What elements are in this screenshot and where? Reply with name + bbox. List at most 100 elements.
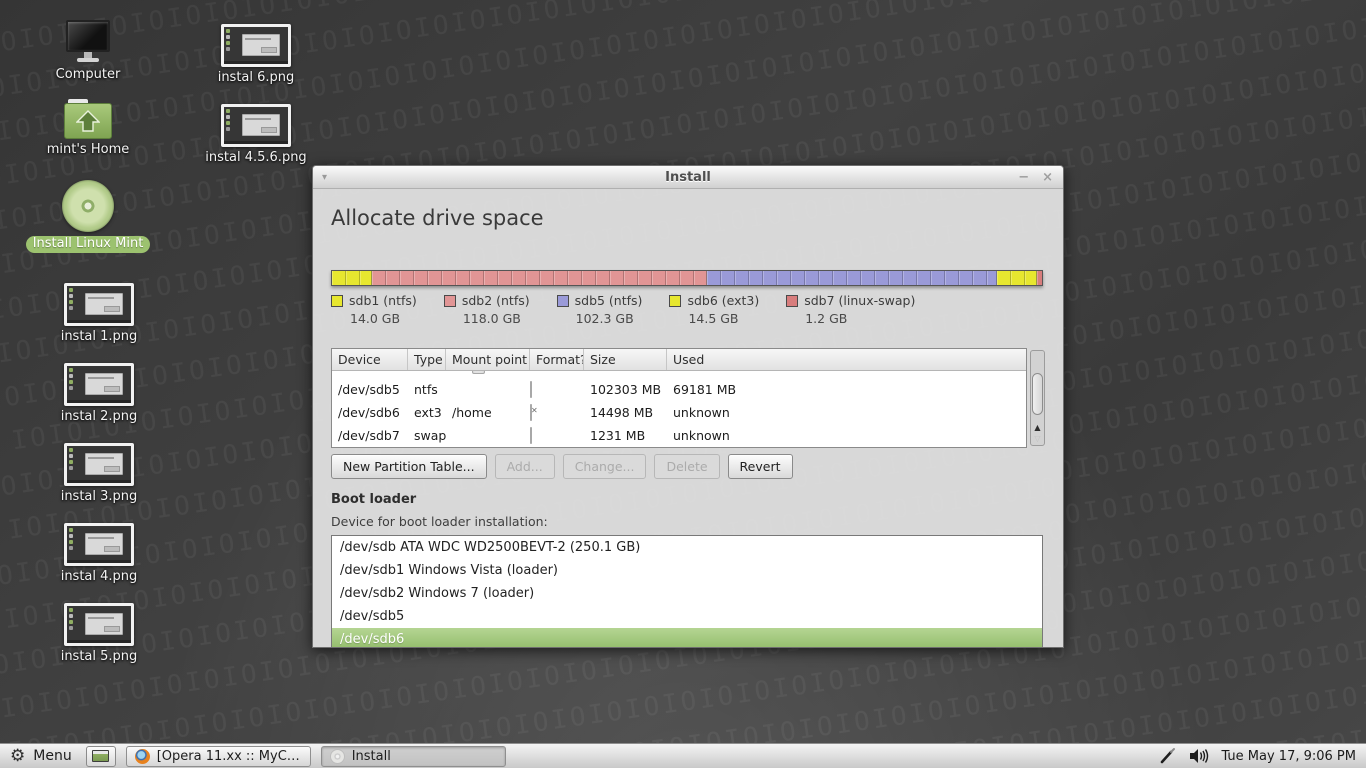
- legend-swatch: [331, 294, 343, 307]
- install-window: IOIOIOIOIOIOIOIOIOIOIOIOIOIOIOIOIOIOIOIO…: [312, 165, 1064, 648]
- partition-segment-sdb6: [996, 271, 1037, 285]
- desktop-icon-instal1[interactable]: instal 1.png: [34, 283, 164, 344]
- cell-size: 102303 MB: [590, 382, 662, 397]
- desktop-icon-instal4[interactable]: instal 4.png: [34, 523, 164, 584]
- clock[interactable]: Tue May 17, 9:06 PM: [1221, 749, 1356, 764]
- legend-swatch: [669, 294, 682, 307]
- close-button[interactable]: ×: [1042, 170, 1053, 185]
- format-checkbox[interactable]: [530, 381, 532, 398]
- desktop-icon-label: instal 3.png: [60, 489, 138, 504]
- partition-table[interactable]: Device Type Mount point Format? Size Use…: [331, 348, 1027, 448]
- cell-mount: /home: [452, 405, 492, 420]
- cell-used: unknown: [673, 428, 730, 443]
- boot-device-item[interactable]: /dev/sdb1 Windows Vista (loader): [332, 559, 1042, 582]
- column-header[interactable]: Used: [667, 349, 1026, 370]
- boot-device-item[interactable]: /dev/sdb2 Windows 7 (loader): [332, 582, 1042, 605]
- table-scrollbar[interactable]: ▲ ▽: [1030, 350, 1045, 446]
- window-title: Install: [665, 169, 711, 185]
- cd-icon: [329, 748, 345, 764]
- desktop-icon-install-linux-mint[interactable]: Install Linux Mint: [23, 180, 153, 253]
- minimize-button[interactable]: −: [1018, 170, 1029, 185]
- menu-label: Menu: [33, 748, 72, 764]
- screenshot-thumbnail-icon: [221, 24, 291, 67]
- add-button[interactable]: Add...: [494, 454, 555, 479]
- change-button[interactable]: Change...: [562, 454, 647, 479]
- new-partition-table-button[interactable]: New Partition Table...: [331, 454, 487, 479]
- menu-button[interactable]: ⚙ Menu: [0, 744, 82, 768]
- delete-button[interactable]: Delete: [654, 454, 720, 479]
- legend-size: 14.0 GB: [350, 311, 401, 326]
- legend-size: 14.5 GB: [688, 311, 739, 326]
- legend-label: sdb7 (linux-swap): [804, 293, 916, 308]
- desktop-icon-label: instal 1.png: [60, 329, 138, 344]
- cell-used: 69181 MB: [673, 382, 737, 397]
- table-row[interactable]: /dev/sdb7 swap 1231 MB unknown: [332, 424, 1026, 447]
- legend-swatch: [786, 294, 799, 307]
- cell-device: /dev/sdb6: [338, 405, 400, 420]
- scrollbar-thumb[interactable]: [1032, 373, 1043, 415]
- cell-type: ntfs: [414, 382, 438, 397]
- desktop-icon-instal3[interactable]: instal 3.png: [34, 443, 164, 504]
- desktop-icon-label: instal 5.png: [60, 649, 138, 664]
- partition-segment-sdb7: [1037, 271, 1042, 285]
- screenshot-thumbnail-icon: [64, 363, 134, 406]
- partition-segment-sdb5: [706, 271, 997, 285]
- boot-device-item[interactable]: /dev/sdb ATA WDC WD2500BEVT-2 (250.1 GB): [332, 536, 1042, 559]
- show-desktop-button[interactable]: [85, 745, 116, 767]
- column-header[interactable]: Format?: [530, 349, 584, 370]
- cell-device: /dev/sdb5: [338, 382, 400, 397]
- home-folder-icon: [64, 99, 112, 139]
- column-header[interactable]: Device: [332, 349, 408, 370]
- revert-button[interactable]: Revert: [727, 454, 793, 479]
- scroll-down-icon[interactable]: ▽: [1031, 434, 1044, 443]
- computer-icon: [66, 20, 110, 64]
- table-header-row: Device Type Mount point Format? Size Use…: [332, 349, 1026, 371]
- cell-type: ext3: [414, 405, 442, 420]
- window-menu-arrow-icon[interactable]: ▾: [322, 172, 327, 183]
- legend-item: sdb5 (ntfs) 102.3 GB: [556, 293, 642, 326]
- legend-swatch: [556, 294, 569, 307]
- partition-actions: New Partition Table... Add... Change... …: [331, 454, 793, 479]
- screenshot-thumbnail-icon: [64, 443, 134, 486]
- titlebar[interactable]: ▾ Install − ×: [313, 166, 1063, 189]
- boot-loader-subtitle: Device for boot loader installation:: [331, 514, 548, 529]
- cd-icon: [62, 180, 114, 232]
- boot-device-list[interactable]: /dev/sdb ATA WDC WD2500BEVT-2 (250.1 GB)…: [331, 535, 1043, 647]
- column-header[interactable]: Type: [408, 349, 446, 370]
- desktop-icon-instal456[interactable]: instal 4.5.6.png: [191, 104, 321, 165]
- desktop-icon-label: instal 4.png: [60, 569, 138, 584]
- taskbar-window-install[interactable]: Install: [320, 745, 506, 767]
- table-row[interactable]: /dev/sdb6 ext3 /home 14498 MB unknown: [332, 401, 1026, 424]
- desktop-icon-instal6[interactable]: instal 6.png: [191, 24, 321, 85]
- home-arrow-icon: [76, 110, 100, 132]
- partial-table-row: [332, 371, 1026, 378]
- format-checkbox[interactable]: [530, 427, 532, 444]
- column-header[interactable]: Mount point: [446, 349, 530, 370]
- scroll-up-icon[interactable]: ▲: [1031, 423, 1044, 432]
- desktop-icon: [92, 750, 110, 762]
- pen-tool-icon[interactable]: [1159, 747, 1177, 765]
- screenshot-thumbnail-icon: [64, 283, 134, 326]
- column-header[interactable]: Size: [584, 349, 667, 370]
- legend-item: sdb2 (ntfs) 118.0 GB: [443, 293, 530, 326]
- table-row[interactable]: /dev/sdb5 ntfs 102303 MB 69181 MB: [332, 378, 1026, 401]
- desktop-icon-instal5[interactable]: instal 5.png: [34, 603, 164, 664]
- screenshot-thumbnail-icon: [221, 104, 291, 147]
- desktop-icon-instal2[interactable]: instal 2.png: [34, 363, 164, 424]
- format-checkbox[interactable]: [530, 404, 532, 421]
- screenshot-thumbnail-icon: [64, 523, 134, 566]
- desktop-icon-label: Install Linux Mint: [25, 236, 151, 253]
- checkbox: [472, 371, 485, 374]
- desktop-icon-computer[interactable]: Computer: [23, 20, 153, 82]
- taskbar-window-opera[interactable]: [Opera 11.xx :: MyCity...: [125, 745, 311, 767]
- boot-device-item[interactable]: /dev/sdb5: [332, 605, 1042, 628]
- taskbar-window-label: [Opera 11.xx :: MyCity...: [156, 748, 302, 764]
- partition-legend: sdb1 (ntfs) 14.0 GB sdb2 (ntfs) 118.0 GB…: [331, 293, 915, 326]
- cell-used: unknown: [673, 405, 730, 420]
- desktop-icon-home[interactable]: mint's Home: [23, 99, 153, 157]
- boot-device-item[interactable]: /dev/sdb6: [332, 628, 1042, 647]
- volume-icon[interactable]: [1189, 748, 1209, 764]
- desktop-icon-label: mint's Home: [46, 142, 130, 157]
- desktop-icon-label: Computer: [55, 67, 121, 82]
- legend-label: sdb6 (ext3): [687, 293, 760, 308]
